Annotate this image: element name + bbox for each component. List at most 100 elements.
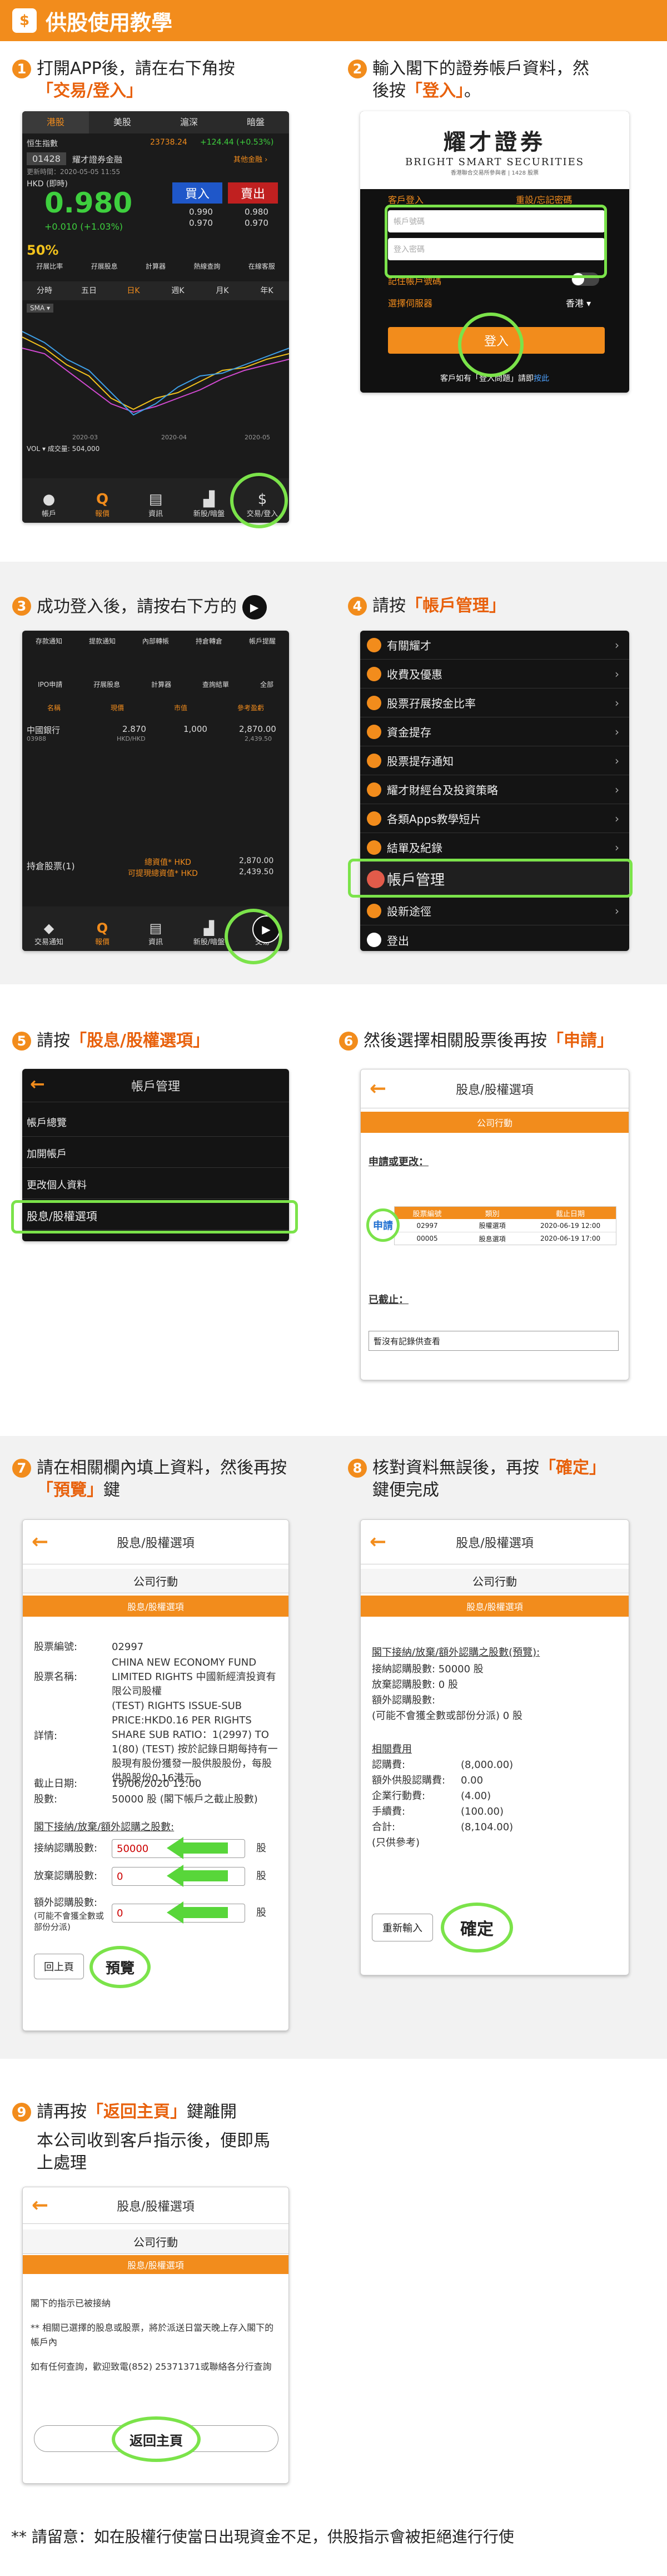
nav-account[interactable]: ● 帳戶 — [22, 478, 76, 523]
period-tab[interactable]: 五日 — [67, 281, 111, 300]
table-row[interactable]: 00005 股息選項 2020-06-19 17:00 — [395, 1232, 616, 1245]
stock-code-value: 02997 — [112, 1641, 144, 1653]
step-highlight: 「股息/股權選項」 — [70, 1031, 210, 1051]
menu-label: 登出 — [387, 934, 409, 948]
nav-ipo[interactable]: ▟ 新股/暗盤 — [182, 478, 236, 523]
chevron-right-icon: › — [615, 725, 619, 739]
menu-item-tutorials[interactable]: 各類Apps教學短片 › — [360, 804, 629, 833]
buy-button[interactable]: 買入 — [172, 182, 222, 204]
menu-item-fees[interactable]: 收費及優惠 › — [360, 660, 629, 688]
menu-item-tv[interactable]: 耀才財經台及投資策略 › — [360, 775, 629, 804]
step-number: 9 — [12, 2103, 31, 2122]
nav-label: 報價 — [94, 938, 109, 947]
menu-item-statements[interactable]: 結單及紀錄 › — [360, 833, 629, 862]
back-arrow-icon[interactable]: ← — [370, 1530, 386, 1553]
tv-icon — [367, 782, 381, 797]
tab-login[interactable]: 客戶登入 — [388, 192, 424, 206]
logout-icon — [367, 933, 381, 947]
chevron-right-icon: › — [615, 638, 619, 652]
menu-item-funds[interactable]: 資金提存 › — [360, 717, 629, 746]
menu-item-open-account[interactable]: 加開帳戶 — [22, 1139, 289, 1168]
confirm-button[interactable]: 確定 — [441, 1903, 513, 1953]
stock-code[interactable]: 01428 — [27, 152, 66, 165]
period-tab[interactable]: 分時 — [22, 281, 67, 300]
quick-online-service[interactable]: 在線客服 — [248, 261, 275, 271]
preview-line: 額外認購股數: — [372, 1695, 436, 1706]
quick-margin-dividend[interactable]: 孖展股息 — [91, 261, 118, 271]
holding-name[interactable]: 中國銀行 — [27, 724, 60, 736]
tab-hk[interactable]: 港股 — [22, 111, 89, 133]
nav-news[interactable]: ▤ 資訊 — [129, 478, 182, 523]
server-select[interactable]: 香港 ▾ — [566, 296, 591, 309]
fees-title: 相關費用 — [372, 1743, 412, 1755]
chevron-right-icon: › — [615, 696, 619, 710]
back-arrow-icon[interactable]: ← — [30, 1073, 45, 1094]
menu-item-stock-notice[interactable]: 股票提存通知 › — [360, 746, 629, 775]
table-row[interactable]: 02997 股權選項 2020-06-19 12:00 — [395, 1219, 616, 1232]
sell-button[interactable]: 賣出 — [228, 182, 278, 204]
back-button[interactable]: 回上頁 — [34, 1954, 84, 1979]
apply-button[interactable]: 申請 — [366, 1208, 400, 1242]
col-head: 現價 — [110, 704, 124, 712]
position-transfer[interactable]: 持倉轉倉 — [196, 636, 222, 646]
step-text: 請再按 — [37, 2102, 87, 2122]
period-tab[interactable]: 年K — [245, 281, 289, 300]
step-text: 請在相關欄內填上資料，然後再按 — [37, 1458, 287, 1478]
quick-hotline[interactable]: 熱線查詢 — [193, 261, 220, 271]
sma-selector[interactable]: SMA ▾ — [27, 304, 54, 313]
field-label: 股數: — [34, 1794, 58, 1805]
holding-price: 2.870 — [122, 724, 146, 734]
reset-button[interactable]: 重新輸入 — [372, 1914, 433, 1941]
margin-dividend[interactable]: 孖展股息 — [93, 680, 120, 689]
screen-title: ← 股息/股權選項 — [361, 1520, 629, 1564]
internal-transfer[interactable]: 內部轉帳 — [142, 636, 169, 646]
all-functions[interactable]: 全部 — [260, 680, 273, 689]
return-home-button[interactable]: 返回主頁 — [112, 2416, 201, 2462]
tab-grey[interactable]: 暗盤 — [222, 111, 289, 133]
nav-notice[interactable]: ◆ 交易通知 — [22, 906, 76, 951]
highlight-box — [11, 1200, 298, 1233]
stock-sector[interactable]: 其他金融 › — [233, 153, 267, 164]
quick-margin-ratio[interactable]: 孖展比率 — [36, 261, 63, 271]
step-highlight: 「確定」 — [539, 1458, 606, 1478]
menu-item-margin-ratio[interactable]: 股票孖展按金比率 › — [360, 688, 629, 717]
fee-value: (4.00) — [461, 1790, 491, 1802]
period-tab[interactable]: 週K — [156, 281, 200, 300]
step-number: 2 — [348, 60, 367, 78]
nav-quote[interactable]: Q 報價 — [76, 478, 129, 523]
tab-us[interactable]: 美股 — [89, 111, 156, 133]
tab-forgot-password[interactable]: 重設/忘記密碼 — [516, 192, 572, 206]
quick-calculator[interactable]: 計算器 — [146, 261, 166, 271]
menu-item-update-profile[interactable]: 更改個人資料 — [22, 1170, 289, 1199]
screenshot-corporate-actions: ← 股息/股權選項 公司行動 申請或更改： 股票編號 類別 截止日期 02997 … — [360, 1069, 629, 1380]
back-arrow-icon[interactable]: ← — [370, 1077, 386, 1100]
title-text: 帳戶管理 — [131, 1079, 180, 1094]
sub-title: 公司行動 — [23, 1569, 288, 1593]
account-reminder[interactable]: 帳戶提醒 — [249, 636, 276, 646]
deposit-notice[interactable]: 存款通知 — [36, 636, 62, 646]
menu-item-logout[interactable]: 登出 — [360, 925, 629, 951]
nav-news[interactable]: ▤ 資訊 — [129, 906, 182, 951]
step-number: 8 — [348, 1459, 367, 1478]
tab-sh-sz[interactable]: 滬深 — [156, 111, 222, 133]
preview-line: 放棄認購股數: 0 股 — [372, 1679, 458, 1691]
chevron-right-icon: › — [615, 667, 619, 681]
menu-label: 股票提存通知 — [387, 755, 454, 768]
calculator[interactable]: 計算器 — [151, 680, 171, 689]
period-tab[interactable]: 月K — [200, 281, 245, 300]
ipo-apply[interactable]: IPO申請 — [38, 680, 62, 689]
statement-query[interactable]: 查詢結單 — [202, 680, 229, 689]
step-number: 3 — [12, 597, 31, 616]
menu-item-account-overview[interactable]: 帳戶總覽 — [22, 1108, 289, 1137]
withdraw-notice[interactable]: 提款通知 — [89, 636, 116, 646]
menu-item-about[interactable]: 有關耀才 › — [360, 631, 629, 660]
back-arrow-icon[interactable]: ← — [32, 1530, 48, 1553]
step-tail: 鍵便完成 — [372, 1480, 439, 1500]
period-tab[interactable]: 日K — [111, 281, 156, 300]
preview-button[interactable]: 預覽 — [89, 1946, 151, 1988]
back-arrow-icon[interactable]: ← — [32, 2194, 48, 2217]
nav-quote[interactable]: Q 報價 — [76, 906, 129, 951]
chevron-right-icon: › — [615, 811, 619, 825]
help-link[interactable]: 按此 — [534, 374, 549, 383]
menu-item-new-channel[interactable]: 設新途徑 › — [360, 896, 629, 925]
